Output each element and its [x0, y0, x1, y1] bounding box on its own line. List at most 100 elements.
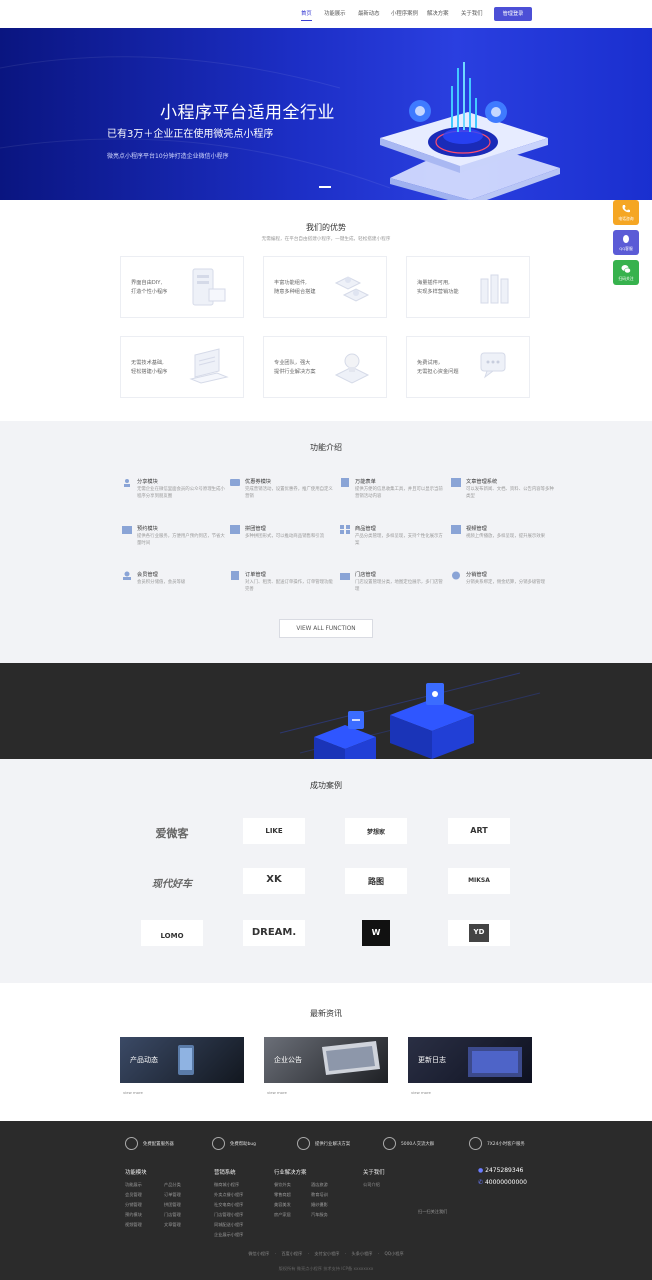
- nav-home[interactable]: 首页: [301, 9, 312, 21]
- case-logo-text: ART: [470, 826, 488, 835]
- nav-about[interactable]: 关于我们: [461, 9, 483, 17]
- footer-bottom-link[interactable]: 百度小程序: [281, 1251, 302, 1256]
- footer-link[interactable]: 同城配送小程序: [214, 1222, 243, 1228]
- feature-item[interactable]: 视频管理 视频上传播放，多样呈现，提升展示效果: [451, 525, 561, 559]
- footer-bottom-link[interactable]: 微信小程序: [248, 1251, 269, 1256]
- footer-chip-text: 免费帮助bug: [230, 1142, 256, 1147]
- footer-link[interactable]: 婚纱摄影: [311, 1202, 328, 1208]
- feature-item[interactable]: 会员管理 会员积分储值，会员等级: [122, 571, 232, 605]
- solution-icon: [297, 1137, 310, 1150]
- feature-title: 会员管理: [137, 572, 158, 578]
- footer-link[interactable]: 分销管理: [125, 1202, 142, 1208]
- feature-desc: 提供方便的信息收集工具，并且可以显示当前营销活动内容: [355, 487, 443, 499]
- footer-qq: ● 2475289346: [478, 1167, 523, 1174]
- nav-cases[interactable]: 小程序案例: [391, 9, 418, 17]
- case-logo[interactable]: 爱微客: [141, 818, 203, 844]
- feature-desc: 视频上传播放，多样呈现，提升展示效果: [466, 534, 546, 539]
- case-logo[interactable]: XK: [243, 868, 305, 894]
- advantage-card: 无需技术基础, 轻松搭建小程序: [120, 336, 244, 398]
- nav-solutions[interactable]: 解决方案: [427, 9, 449, 17]
- coupon-icon: [230, 479, 240, 486]
- feature-title: 文章管理系统: [466, 479, 498, 485]
- footer-copyright: 版权所有 微亮点小程序 技术支持 ICP备 xxxxxxxx: [278, 1266, 374, 1271]
- feature-item[interactable]: 万能表单 提供方便的信息收集工具，并且可以显示当前营销活动内容: [340, 478, 450, 512]
- laptop-icon: [189, 348, 229, 384]
- feature-title: 拼团管理: [245, 526, 266, 532]
- feature-item[interactable]: 优惠券模块 完成营销活动，设置优惠券，推广使用自定义营销: [230, 478, 340, 512]
- case-logo[interactable]: 路图: [345, 868, 407, 894]
- footer-link[interactable]: 产品分类: [164, 1182, 181, 1188]
- footer-link[interactable]: 视频管理: [125, 1222, 142, 1228]
- footer-link[interactable]: 教育培训: [311, 1192, 328, 1198]
- case-logo[interactable]: YD: [448, 920, 510, 946]
- case-logo-text: LIKE: [265, 827, 283, 835]
- nav-news[interactable]: 最新动态: [358, 9, 380, 17]
- login-button[interactable]: 管理登录: [494, 7, 532, 21]
- footer-link[interactable]: 拼团管理: [164, 1202, 181, 1208]
- feature-item[interactable]: 门店管理 门店设置管理分类，地图定位展示，多门店管理: [340, 571, 450, 605]
- plugins-icon: [480, 274, 509, 304]
- footer-link[interactable]: 功能展示: [125, 1182, 142, 1188]
- news-more-link[interactable]: view more: [411, 1090, 431, 1095]
- view-all-function-button[interactable]: VIEW ALL FUNCTION: [279, 619, 373, 638]
- case-logo[interactable]: LOMO: [141, 920, 203, 946]
- footer-link[interactable]: 文章管理: [164, 1222, 181, 1228]
- feature-desc: 产品分类管理，多样呈现，支持个性化展示方案: [355, 534, 443, 546]
- feature-item[interactable]: 预约模块 提供各行业服务，方便用户预约到店，节省大量时间: [122, 525, 232, 559]
- footer-link[interactable]: 企业展示小程序: [214, 1232, 243, 1238]
- footer-link[interactable]: 门店管理: [164, 1212, 181, 1218]
- case-logo[interactable]: MIKSA: [448, 868, 510, 894]
- phone-contact-icon: ✆: [478, 1179, 485, 1186]
- footer-link[interactable]: 社交电商小程序: [214, 1202, 243, 1208]
- footer-link[interactable]: 公司介绍: [363, 1182, 380, 1188]
- footer-link[interactable]: 美容美发: [274, 1202, 291, 1208]
- footer-link[interactable]: 外卖点餐小程序: [214, 1192, 243, 1198]
- news-card[interactable]: 更新日志: [408, 1037, 532, 1083]
- footer-link[interactable]: 酒店旅游: [311, 1182, 328, 1188]
- news-more-link[interactable]: view more: [267, 1090, 287, 1095]
- footer-link[interactable]: 微商城小程序: [214, 1182, 239, 1188]
- footer-link[interactable]: 房产家居: [274, 1212, 291, 1218]
- case-logo[interactable]: W: [345, 920, 407, 946]
- footer-link[interactable]: 餐饮外卖: [274, 1182, 291, 1188]
- store-icon: [340, 573, 350, 580]
- feature-item[interactable]: 分销管理 分销关系绑定，佣金结算，分销多级管理: [451, 571, 561, 605]
- footer-bottom-link[interactable]: 头条小程序: [352, 1251, 373, 1256]
- group-buy-icon: [230, 525, 240, 534]
- news-card[interactable]: 企业公告: [264, 1037, 388, 1083]
- feature-title: 视频管理: [466, 526, 487, 532]
- nav-features[interactable]: 功能展示: [324, 9, 346, 17]
- footer-column-title: 关于我们: [363, 1170, 385, 1176]
- feature-item[interactable]: 商品管理 产品分类管理，多样呈现，支持个性化展示方案: [340, 525, 450, 559]
- float-qq-button[interactable]: QQ客服: [613, 230, 639, 255]
- feature-item[interactable]: 订单管理 对入门、租赁、配送订单操作，订单管理功能完善: [230, 571, 340, 605]
- case-logo-text: 路图: [368, 877, 384, 886]
- case-logo[interactable]: 梦想家: [345, 818, 407, 844]
- footer-link[interactable]: 门店管理小程序: [214, 1212, 243, 1218]
- case-logo-text: XK: [266, 874, 282, 885]
- carousel-indicator[interactable]: [319, 186, 331, 188]
- feature-desc: 对入门、租赁、配送订单操作，订单管理功能完善: [245, 580, 333, 592]
- case-logo[interactable]: ART: [448, 818, 510, 844]
- feature-item[interactable]: 文章管理系统 可以发布新闻、文档、资料、公告内容等多种类型: [451, 478, 561, 512]
- float-wechat-button[interactable]: 扫码关注: [613, 260, 639, 285]
- feature-title: 预约模块: [137, 526, 158, 532]
- footer-link[interactable]: 预约模块: [125, 1212, 142, 1218]
- case-logo[interactable]: 现代好车: [141, 868, 203, 894]
- feature-item[interactable]: 拼团管理 多种拼团形式，可以推动商品销售和引流: [230, 525, 340, 559]
- footer-link[interactable]: 汽车服务: [311, 1212, 328, 1218]
- case-logo[interactable]: LIKE: [243, 818, 305, 844]
- footer-link[interactable]: 零售商超: [274, 1192, 291, 1198]
- footer-link[interactable]: 会员管理: [125, 1192, 142, 1198]
- feature-item[interactable]: 分享模块 无需企业在微信里面会员的公众号原理生成小程序分享到朋友圈: [122, 478, 232, 512]
- news-card[interactable]: 产品动态: [120, 1037, 244, 1083]
- footer-bottom-link[interactable]: 支付宝小程序: [314, 1251, 339, 1256]
- news-more-link[interactable]: view more: [123, 1090, 143, 1095]
- advantage-card: 界面自由DIY, 打造个性小程序: [120, 256, 244, 318]
- support-icon: [469, 1137, 482, 1150]
- case-logo[interactable]: DREAM.: [243, 920, 305, 946]
- lightbulb-icon: [334, 353, 370, 384]
- footer-bottom-link[interactable]: QQ小程序: [384, 1251, 403, 1256]
- footer-link[interactable]: 订单管理: [164, 1192, 181, 1198]
- footer-chip-text: 7X24小时客户服务: [487, 1142, 525, 1147]
